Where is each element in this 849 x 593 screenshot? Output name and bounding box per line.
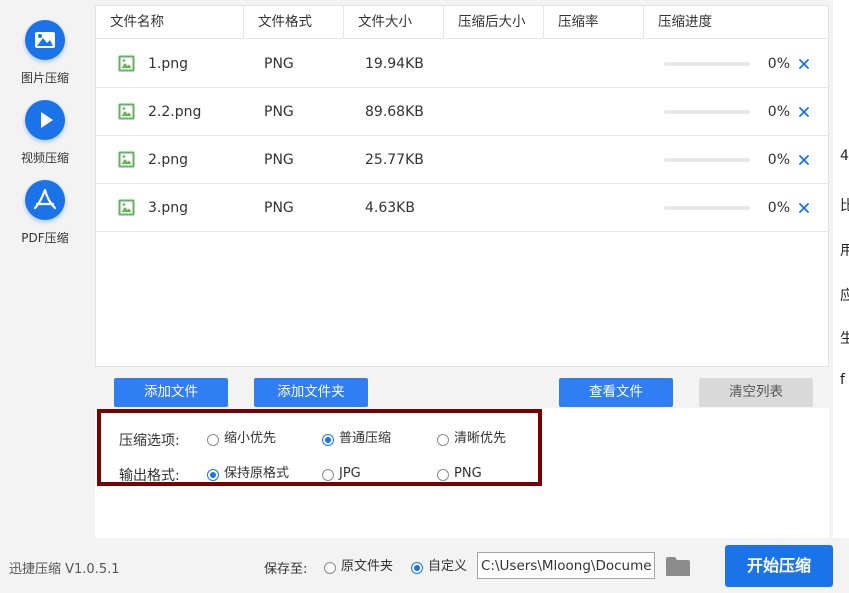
radio-save-original-folder[interactable]: 原文件夹 (324, 559, 393, 575)
folder-icon[interactable] (665, 556, 691, 577)
sidebar-item-pdf-compress[interactable]: PDF压缩 (0, 180, 90, 246)
column-header-compressed-size: 压缩后大小 (444, 6, 544, 39)
file-name: 2.2.png (148, 104, 202, 120)
file-name: 3.png (148, 200, 189, 216)
start-compress-button[interactable]: 开始压缩 (725, 545, 833, 587)
progress-percent: 0% (767, 56, 790, 72)
radio-format-png[interactable]: PNG (437, 466, 482, 482)
add-file-button[interactable]: 添加文件 (114, 378, 228, 407)
table-row[interactable]: 3.png PNG 4.63KB 0% (96, 184, 828, 232)
column-header-ratio: 压缩率 (544, 6, 644, 39)
view-files-button[interactable]: 查看文件 (559, 378, 673, 407)
image-file-icon (118, 199, 135, 216)
file-name: 1.png (148, 56, 189, 72)
compress-options-label: 压缩选项: (119, 433, 180, 449)
file-format: PNG (264, 56, 294, 72)
background-text: 比 (840, 198, 849, 214)
progress-percent: 0% (767, 152, 790, 168)
add-folder-button[interactable]: 添加文件夹 (254, 378, 368, 407)
close-icon[interactable] (796, 104, 812, 120)
file-name: 2.png (148, 152, 189, 168)
save-to-label: 保存至: (264, 562, 308, 577)
radio-compress-small-first[interactable]: 缩小优先 (207, 431, 276, 447)
image-icon (25, 20, 65, 60)
action-bar: 添加文件 添加文件夹 查看文件 清空列表 (95, 367, 829, 411)
radio-compress-normal[interactable]: 普通压缩 (322, 431, 391, 447)
sidebar: 图片压缩 视频压缩 PDF压缩 (0, 0, 90, 540)
file-size: 4.63KB (365, 200, 415, 216)
close-icon[interactable] (796, 152, 812, 168)
image-file-icon (118, 103, 135, 120)
radio-compress-clarity-first[interactable]: 清晰优先 (437, 431, 506, 447)
progress-bar (664, 206, 750, 210)
pdf-icon (25, 180, 65, 220)
sidebar-item-video-compress[interactable]: 视频压缩 (0, 100, 90, 166)
sidebar-item-label: PDF压缩 (21, 231, 69, 245)
file-list-panel: 文件名称 文件格式 文件大小 压缩后大小 压缩率 压缩进度 1.png PNG … (95, 5, 829, 367)
background-window (833, 0, 849, 540)
column-header-size: 文件大小 (344, 6, 444, 39)
close-icon[interactable] (796, 56, 812, 72)
sidebar-item-label: 视频压缩 (20, 151, 69, 165)
column-header-progress: 压缩进度 (658, 14, 712, 30)
table-header: 文件名称 文件格式 文件大小 压缩后大小 压缩率 压缩进度 (96, 6, 828, 39)
column-header-format: 文件格式 (244, 6, 344, 39)
file-format: PNG (264, 152, 294, 168)
radio-format-jpg[interactable]: JPG (322, 466, 361, 482)
radio-format-keep-original[interactable]: 保持原格式 (207, 466, 289, 482)
save-path-input[interactable] (477, 552, 655, 579)
image-file-icon (118, 55, 135, 72)
background-text: 4 (840, 148, 849, 164)
background-text: 应 (840, 288, 849, 304)
table-row[interactable]: 1.png PNG 19.94KB 0% (96, 40, 828, 88)
file-size: 89.68KB (365, 104, 424, 120)
image-file-icon (118, 151, 135, 168)
sidebar-item-label: 图片压缩 (20, 71, 69, 85)
table-row[interactable]: 2.2.png PNG 89.68KB 0% (96, 88, 828, 136)
table-row[interactable]: 2.png PNG 25.77KB 0% (96, 136, 828, 184)
background-text: 用 (840, 243, 849, 259)
file-format: PNG (264, 104, 294, 120)
progress-percent: 0% (767, 200, 790, 216)
close-icon[interactable] (796, 200, 812, 216)
sidebar-item-image-compress[interactable]: 图片压缩 (0, 20, 90, 86)
file-size: 25.77KB (365, 152, 424, 168)
background-text: 生 (840, 331, 849, 347)
file-format: PNG (264, 200, 294, 216)
progress-percent: 0% (767, 104, 790, 120)
radio-save-custom[interactable]: 自定义 (411, 559, 467, 575)
file-size: 19.94KB (365, 56, 424, 72)
play-icon (25, 100, 65, 140)
version-label: 迅捷压缩 V1.0.5.1 (9, 562, 120, 577)
progress-bar (664, 62, 750, 66)
footer-bar: 迅捷压缩 V1.0.5.1 保存至: 原文件夹 自定义 开始压缩 (0, 538, 849, 593)
progress-bar (664, 110, 750, 114)
clear-list-button[interactable]: 清空列表 (699, 378, 813, 407)
progress-bar (664, 158, 750, 162)
background-text: f (840, 372, 845, 388)
column-header-name: 文件名称 (96, 6, 244, 39)
output-format-label: 输出格式: (119, 468, 180, 484)
